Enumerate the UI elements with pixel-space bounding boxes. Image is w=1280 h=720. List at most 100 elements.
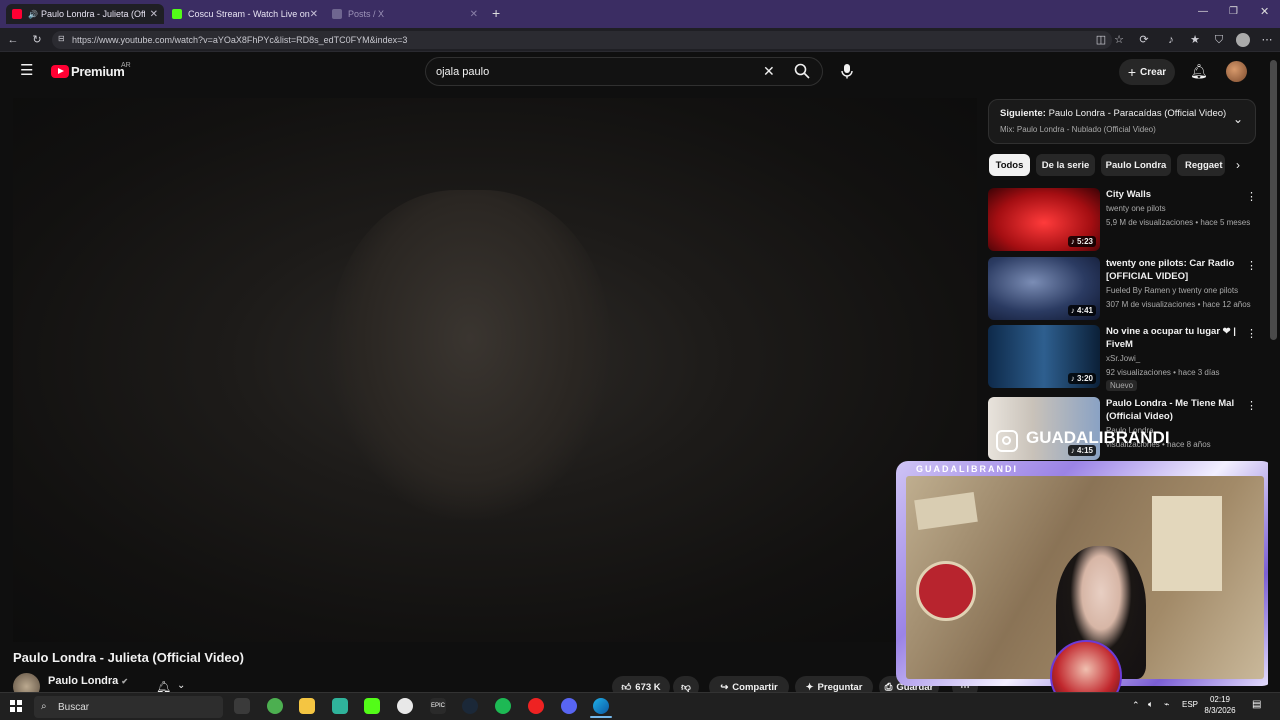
search-icon[interactable] [794, 63, 810, 79]
x-favicon-icon [332, 9, 342, 19]
youtube-premium-logo[interactable]: Premium [71, 64, 125, 79]
playlist-panel[interactable]: Siguiente: Paulo Londra - Paracaídas (Of… [988, 99, 1256, 144]
notifications-icon[interactable]: ▤ [1252, 699, 1261, 710]
recommendation-item[interactable]: ♪ 3:20 No vine a ocupar tu lugar ❤ | Fiv… [988, 325, 1258, 391]
instagram-icon [996, 430, 1018, 452]
clock-time: 02:19 [1209, 695, 1231, 704]
extensions-icon[interactable]: ⟳ [1137, 33, 1151, 47]
app-green-icon[interactable] [267, 698, 283, 714]
new-badge: Nuevo [1106, 380, 1138, 391]
notifications-bell-icon[interactable]: 🔔︎ [1190, 63, 1208, 80]
recommendation-title: No vine a ocupar tu lugar ❤ | FiveM [1106, 326, 1236, 350]
clear-search-icon[interactable]: ✕ [763, 63, 775, 80]
steam-icon[interactable] [462, 698, 478, 714]
address-bar-row: ← ↻ ⊟ https://www.youtube.com/watch?v=aY… [0, 28, 1280, 52]
edge-browser-icon[interactable] [593, 698, 609, 714]
duration-badge: ♪ 5:23 [1067, 236, 1096, 247]
refresh-icon[interactable]: ↻ [30, 33, 44, 47]
speaker-icon[interactable]: 🔊 [28, 10, 38, 19]
extension-icon[interactable]: ♪ [1164, 33, 1178, 47]
chips-next-chevron-icon[interactable]: › [1236, 158, 1240, 172]
recommendation-item[interactable]: ♪ 5:23 City Walls twenty one pilots 5,9 … [988, 188, 1258, 252]
kick-app-icon[interactable] [364, 698, 380, 714]
recommendation-title: twenty one pilots: Car Radio [OFFICIAL V… [1106, 258, 1235, 282]
maximize-button[interactable]: ❐ [1229, 6, 1238, 17]
more-options-icon[interactable]: ⋮ [1246, 327, 1257, 340]
region-code: AR [121, 62, 131, 69]
file-explorer-icon[interactable] [299, 698, 315, 714]
taskview-icon[interactable] [234, 698, 250, 714]
expand-chevron-icon[interactable]: ⌄ [1233, 112, 1243, 126]
video-title: Paulo Londra - Julieta (Official Video) [13, 650, 244, 665]
split-screen-icon[interactable]: ◫ [1094, 33, 1108, 47]
video-thumbnail[interactable]: ♪ 5:23 [988, 188, 1100, 251]
tab-youtube[interactable]: 🔊 Paulo Londra - Julieta (Officia ✕ [6, 4, 164, 24]
windows-start-icon[interactable] [10, 700, 22, 712]
chip-paulo-londra[interactable]: Paulo Londra [1101, 154, 1171, 176]
more-options-icon[interactable]: ⋮ [1246, 190, 1257, 203]
chip-reggaeton[interactable]: Reggaet [1177, 154, 1225, 176]
close-tab-icon[interactable]: ✕ [150, 9, 158, 20]
taskbar-search[interactable]: ⌕ Buscar [34, 696, 223, 718]
discord-icon[interactable] [561, 698, 577, 714]
close-tab-icon[interactable]: ✕ [470, 9, 478, 20]
chevron-down-icon[interactable]: ⌄ [177, 680, 185, 691]
poster-hogwarts-express [914, 491, 978, 531]
youtube-logo-icon[interactable] [51, 65, 69, 78]
scrollbar-thumb[interactable] [1270, 60, 1277, 340]
recommendation-meta: 92 visualizaciones • hace 3 días [1106, 368, 1220, 377]
channel-name[interactable]: Paulo Londra ✔ [48, 675, 128, 687]
channel-name-text: Paulo Londra [48, 675, 119, 687]
tab-x[interactable]: Posts / X ✕ [326, 4, 484, 24]
more-options-icon[interactable]: ⋮ [1246, 259, 1257, 272]
clock-date: 8/3/2026 [1204, 706, 1236, 715]
wanted-poster [1152, 496, 1222, 591]
profile-icon[interactable] [1236, 33, 1250, 47]
recommendation-item[interactable]: ♪ 4:41 twenty one pilots: Car Radio [OFF… [988, 257, 1258, 321]
favorites-icon[interactable]: ★ [1188, 33, 1202, 47]
app-grid-icon[interactable] [332, 698, 348, 714]
create-label: Crear [1140, 66, 1167, 78]
sparkle-icon: ✦ [805, 681, 814, 693]
tab-label: Paulo Londra - Julieta (Officia [40, 9, 145, 19]
active-app-indicator [590, 716, 612, 718]
obs-icon[interactable] [528, 698, 544, 714]
epic-games-icon[interactable]: EPIC [430, 698, 446, 714]
video-thumbnail[interactable]: ♪ 3:20 [988, 325, 1100, 388]
chip-de-la-serie[interactable]: De la serie [1036, 154, 1095, 176]
back-icon[interactable]: ← [6, 33, 20, 47]
like-count: 673 K [635, 681, 661, 693]
spotify-icon[interactable] [495, 698, 511, 714]
xbox-icon[interactable] [397, 698, 413, 714]
create-button[interactable]: + Crear [1119, 59, 1175, 85]
taskbar-clock[interactable]: 02:19 8/3/2026 [1202, 694, 1238, 716]
chip-todos[interactable]: Todos [989, 154, 1030, 176]
tab-kick[interactable]: Coscu Stream - Watch Live on Kick ✕ [166, 4, 324, 24]
recommendation-meta: 5,9 M de visualizaciones • hace 5 meses [1106, 218, 1251, 227]
video-thumbnail[interactable]: ♪ 4:41 [988, 257, 1100, 320]
search-text: ojala paulo [436, 65, 490, 78]
next-prefix: Siguiente: [1000, 108, 1046, 119]
ask-label: Preguntar [817, 681, 863, 693]
duration-text: 4:41 [1076, 306, 1093, 315]
duration-badge: ♪ 3:20 [1067, 373, 1096, 384]
minimize-button[interactable]: — [1198, 6, 1208, 17]
hamburger-menu-icon[interactable]: ☰ [20, 63, 33, 78]
url-field[interactable]: ⊟ https://www.youtube.com/watch?v=aYOaX8… [52, 31, 1112, 49]
more-menu-icon[interactable]: ⋯ [1260, 33, 1274, 47]
volume-icon[interactable]: 🔈︎ [1148, 699, 1153, 710]
favorite-star-icon[interactable]: ☆ [1112, 33, 1126, 47]
shield-icon[interactable]: ⛉ [1212, 33, 1226, 47]
site-info-icon[interactable]: ⊟ [58, 34, 65, 43]
youtube-favicon-icon [12, 9, 22, 19]
microphone-icon[interactable] [840, 63, 854, 79]
more-options-icon[interactable]: ⋮ [1246, 399, 1257, 412]
close-tab-icon[interactable]: ✕ [310, 9, 318, 20]
network-icon[interactable]: ⌁ [1164, 699, 1169, 710]
account-avatar[interactable] [1226, 61, 1247, 82]
input-language[interactable]: ESP [1182, 700, 1198, 709]
plus-icon: + [1127, 64, 1137, 80]
new-tab-button[interactable]: + [492, 5, 500, 21]
tray-chevron-icon[interactable]: ⌃ [1132, 700, 1140, 711]
close-window-button[interactable]: ✕ [1260, 5, 1269, 18]
